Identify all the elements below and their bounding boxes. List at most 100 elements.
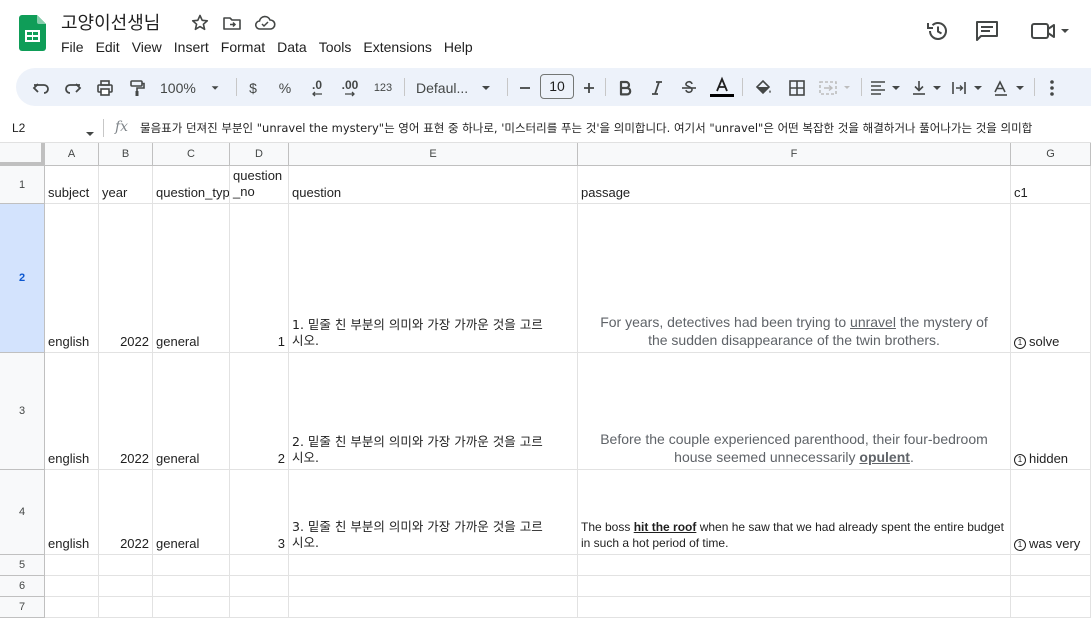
- cell-a7[interactable]: [45, 597, 99, 618]
- cell-e5[interactable]: [289, 555, 578, 576]
- merge-cells-icon[interactable]: [818, 76, 858, 100]
- cell-d7[interactable]: [230, 597, 289, 618]
- column-header-b[interactable]: B: [99, 143, 153, 166]
- version-history-icon[interactable]: [925, 18, 951, 44]
- borders-icon[interactable]: [786, 76, 808, 100]
- column-header-e[interactable]: E: [289, 143, 578, 166]
- italic-icon[interactable]: [647, 76, 667, 100]
- menu-file[interactable]: File: [55, 37, 90, 57]
- cell-d6[interactable]: [230, 576, 289, 597]
- column-header-f[interactable]: F: [578, 143, 1011, 166]
- cell-b7[interactable]: [99, 597, 153, 618]
- cell-e4[interactable]: 3. 밑줄 친 부분의 의미와 가장 가까운 것을 고르시오.: [289, 470, 578, 555]
- row-header-7[interactable]: 7: [0, 597, 45, 618]
- cloud-saved-icon[interactable]: [254, 13, 276, 33]
- more-formats-button[interactable]: 123: [371, 76, 395, 100]
- cell-d3[interactable]: 2: [230, 353, 289, 470]
- name-box[interactable]: L2: [12, 121, 25, 135]
- cell-d1[interactable]: question_no: [230, 166, 289, 204]
- select-all-corner[interactable]: [0, 143, 45, 166]
- text-wrapping-icon[interactable]: [950, 76, 986, 100]
- increase-font-size-icon[interactable]: [581, 76, 597, 100]
- cell-a2[interactable]: english: [45, 204, 99, 353]
- text-color-icon[interactable]: [710, 74, 734, 100]
- cell-b2[interactable]: 2022: [99, 204, 153, 353]
- cell-g6[interactable]: [1011, 576, 1091, 597]
- column-header-d[interactable]: D: [230, 143, 289, 166]
- currency-format-button[interactable]: $: [245, 76, 261, 100]
- document-title[interactable]: 고양이선생님: [61, 9, 160, 35]
- cell-c3[interactable]: general: [153, 353, 230, 470]
- font-size-input[interactable]: 10: [540, 74, 574, 99]
- fill-color-icon[interactable]: [752, 76, 774, 100]
- cell-c2[interactable]: general: [153, 204, 230, 353]
- column-header-c[interactable]: C: [153, 143, 230, 166]
- formula-input[interactable]: 물음표가 던져진 부분인 "unravel the mystery"는 영어 표…: [140, 120, 1090, 136]
- decrease-font-size-icon[interactable]: [517, 76, 533, 100]
- increase-decimal-button[interactable]: .00: [337, 76, 363, 100]
- undo-icon[interactable]: [30, 76, 52, 100]
- bold-icon[interactable]: [615, 76, 635, 100]
- menu-tools[interactable]: Tools: [313, 37, 358, 57]
- cell-g3[interactable]: 1 hidden: [1011, 353, 1091, 470]
- paint-format-icon[interactable]: [126, 76, 148, 100]
- cell-f2[interactable]: For years, detectives had been trying to…: [578, 204, 1011, 353]
- row-header-4[interactable]: 4: [0, 470, 45, 555]
- cell-e7[interactable]: [289, 597, 578, 618]
- redo-icon[interactable]: [62, 76, 84, 100]
- column-header-a[interactable]: A: [45, 143, 99, 166]
- comments-icon[interactable]: [974, 18, 1000, 44]
- menu-insert[interactable]: Insert: [168, 37, 215, 57]
- row-header-3[interactable]: 3: [0, 353, 45, 470]
- cell-f5[interactable]: [578, 555, 1011, 576]
- cell-g5[interactable]: [1011, 555, 1091, 576]
- row-header-6[interactable]: 6: [0, 576, 45, 597]
- horizontal-align-icon[interactable]: [869, 76, 903, 100]
- cell-f7[interactable]: [578, 597, 1011, 618]
- cell-a4[interactable]: english: [45, 470, 99, 555]
- vertical-align-icon[interactable]: [910, 76, 944, 100]
- text-rotation-icon[interactable]: [992, 76, 1028, 100]
- cell-a6[interactable]: [45, 576, 99, 597]
- cell-c4[interactable]: general: [153, 470, 230, 555]
- cell-f6[interactable]: [578, 576, 1011, 597]
- cell-g1[interactable]: c1: [1011, 166, 1091, 204]
- percent-format-button[interactable]: %: [277, 76, 293, 100]
- cell-d2[interactable]: 1: [230, 204, 289, 353]
- font-family-select[interactable]: Defaul...: [416, 76, 496, 100]
- cell-b4[interactable]: 2022: [99, 470, 153, 555]
- menu-edit[interactable]: Edit: [90, 37, 126, 57]
- more-options-icon[interactable]: [1044, 76, 1060, 100]
- cell-d4[interactable]: 3: [230, 470, 289, 555]
- cell-a1[interactable]: subject: [45, 166, 99, 204]
- zoom-select[interactable]: 100%: [160, 76, 220, 100]
- cell-f1[interactable]: passage: [578, 166, 1011, 204]
- menu-help[interactable]: Help: [438, 37, 479, 57]
- cell-c5[interactable]: [153, 555, 230, 576]
- cell-f4[interactable]: The boss hit the roof when he saw that w…: [578, 470, 1011, 555]
- cell-g7[interactable]: [1011, 597, 1091, 618]
- cell-d5[interactable]: [230, 555, 289, 576]
- menu-format[interactable]: Format: [215, 37, 271, 57]
- row-header-1[interactable]: 1: [0, 166, 45, 204]
- cell-e2[interactable]: 1. 밑줄 친 부분의 의미와 가장 가까운 것을 고르시오.: [289, 204, 578, 353]
- cell-c1[interactable]: question_typ: [153, 166, 230, 204]
- cell-g4[interactable]: 1 was very: [1011, 470, 1091, 555]
- decrease-decimal-button[interactable]: .0: [305, 76, 329, 100]
- name-box-dropdown-icon[interactable]: [85, 124, 95, 142]
- cell-a3[interactable]: english: [45, 353, 99, 470]
- cell-a5[interactable]: [45, 555, 99, 576]
- cell-b5[interactable]: [99, 555, 153, 576]
- move-folder-icon[interactable]: [222, 13, 242, 33]
- menu-view[interactable]: View: [126, 37, 168, 57]
- cell-e3[interactable]: 2. 밑줄 친 부분의 의미와 가장 가까운 것을 고르시오.: [289, 353, 578, 470]
- row-header-2[interactable]: 2: [0, 204, 45, 353]
- row-header-5[interactable]: 5: [0, 555, 45, 576]
- cell-g2[interactable]: 1 solve: [1011, 204, 1091, 353]
- column-header-g[interactable]: G: [1011, 143, 1091, 166]
- menu-extensions[interactable]: Extensions: [357, 37, 437, 57]
- cell-e6[interactable]: [289, 576, 578, 597]
- cell-b1[interactable]: year: [99, 166, 153, 204]
- cell-f3[interactable]: Before the couple experienced parenthood…: [578, 353, 1011, 470]
- meet-video-icon[interactable]: [1030, 18, 1072, 44]
